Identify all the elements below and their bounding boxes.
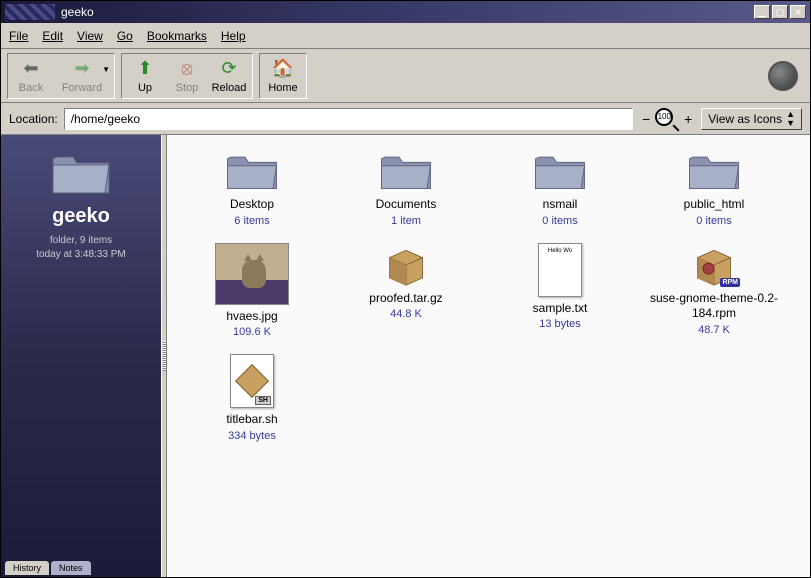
menu-edit[interactable]: Edit: [42, 29, 63, 43]
file-item[interactable]: Hello Wo sample.txt13 bytes: [485, 243, 635, 339]
forward-icon: ➡: [71, 58, 93, 80]
file-name: hvaes.jpg: [226, 309, 277, 325]
file-meta: 6 items: [234, 215, 269, 227]
file-name: proofed.tar.gz: [369, 291, 442, 307]
action-group: ⬆ Up ⦻ Stop ⟳ Reload: [121, 53, 253, 99]
menu-go[interactable]: Go: [117, 29, 133, 43]
file-item[interactable]: public_html 0 items: [639, 149, 789, 227]
file-meta: 48.7 K: [698, 324, 730, 336]
file-name: Desktop: [230, 197, 274, 213]
sidebar-folder-icon: [49, 149, 113, 197]
window-buttons: ▁ ▢ ✕: [754, 5, 806, 19]
file-meta: 1 item: [391, 215, 421, 227]
location-label: Location:: [9, 112, 58, 126]
toolbar: ⬅ Back ➡ ▼ Forward ⬆ Up ⦻ Stop ⟳ Reload: [1, 49, 810, 103]
forward-dropdown-icon[interactable]: ▼: [102, 65, 110, 74]
home-group: 🏠 Home: [259, 53, 307, 99]
file-meta: 334 bytes: [228, 430, 276, 442]
file-name: suse-gnome-theme-0.2-184.rpm: [644, 291, 784, 322]
file-name: titlebar.sh: [226, 412, 277, 428]
home-icon: 🏠: [272, 58, 294, 80]
view-selector[interactable]: View as Icons ▲▼: [701, 108, 802, 130]
sidebar-subtitle: folder, 9 items today at 3:48:33 PM: [36, 234, 126, 262]
back-icon: ⬅: [20, 58, 42, 80]
file-name: Documents: [376, 197, 437, 213]
file-meta: 0 items: [542, 215, 577, 227]
window: geeko ▁ ▢ ✕ File Edit View Go Bookmarks …: [0, 0, 811, 578]
titlebar[interactable]: geeko ▁ ▢ ✕: [1, 1, 810, 23]
reload-button[interactable]: ⟳ Reload: [208, 55, 250, 97]
file-view[interactable]: Desktop 6 items Documents 1 item nsmail 0 ite…: [167, 135, 810, 577]
file-meta: 44.8 K: [390, 308, 422, 320]
stop-icon: ⦻: [176, 58, 198, 80]
zoom-in-button[interactable]: +: [681, 111, 695, 127]
file-item[interactable]: RPM suse-gnome-theme-0.2-184.rpm 48.7 K: [639, 243, 789, 339]
titlebar-decoration: [5, 4, 55, 20]
location-bar: Location: − 100 + View as Icons ▲▼: [1, 103, 810, 135]
stop-button[interactable]: ⦻ Stop: [166, 55, 208, 97]
minimize-button[interactable]: ▁: [754, 5, 770, 19]
file-name: public_html: [684, 197, 745, 213]
folder-icon: [224, 149, 280, 193]
forward-button[interactable]: ➡ ▼ Forward: [52, 55, 112, 97]
sidebar-tabs: History Notes: [5, 561, 91, 575]
file-meta: 13 bytes: [539, 318, 581, 330]
menu-file[interactable]: File: [9, 29, 28, 43]
file-item[interactable]: hvaes.jpg109.6 K: [177, 243, 327, 339]
content-area: geeko folder, 9 items today at 3:48:33 P…: [1, 135, 810, 577]
image-thumbnail: [215, 243, 289, 305]
sidebar-title: geeko: [52, 205, 110, 228]
zoom-controls: − 100 +: [639, 108, 695, 130]
maximize-button[interactable]: ▢: [772, 5, 788, 19]
file-item[interactable]: SH titlebar.sh 334 bytes: [177, 354, 327, 442]
throbber-icon: [768, 61, 798, 91]
window-title: geeko: [61, 5, 754, 19]
file-item[interactable]: nsmail 0 items: [485, 149, 635, 227]
up-icon: ⬆: [134, 58, 156, 80]
rpm-icon: RPM: [686, 243, 742, 287]
file-item[interactable]: Desktop 6 items: [177, 149, 327, 227]
script-file-icon: SH: [230, 354, 274, 408]
file-meta: 0 items: [696, 215, 731, 227]
menu-bookmarks[interactable]: Bookmarks: [147, 29, 207, 43]
back-button[interactable]: ⬅ Back: [10, 55, 52, 97]
up-button[interactable]: ⬆ Up: [124, 55, 166, 97]
file-meta: 109.6 K: [233, 326, 271, 338]
home-button[interactable]: 🏠 Home: [262, 55, 304, 97]
sidebar: geeko folder, 9 items today at 3:48:33 P…: [1, 135, 161, 577]
folder-icon: [686, 149, 742, 193]
file-name: sample.txt: [533, 301, 588, 317]
reload-icon: ⟳: [218, 58, 240, 80]
menu-view[interactable]: View: [77, 29, 103, 43]
location-input[interactable]: [64, 108, 634, 130]
zoom-out-button[interactable]: −: [639, 111, 653, 127]
archive-icon: [378, 243, 434, 287]
close-button[interactable]: ✕: [790, 5, 806, 19]
nav-group: ⬅ Back ➡ ▼ Forward: [7, 53, 115, 99]
file-name: nsmail: [543, 197, 578, 213]
file-item[interactable]: Documents 1 item: [331, 149, 481, 227]
text-file-icon: Hello Wo: [538, 243, 582, 297]
sidebar-tab-notes[interactable]: Notes: [51, 561, 91, 575]
menubar: File Edit View Go Bookmarks Help: [1, 23, 810, 49]
folder-icon: [378, 149, 434, 193]
folder-icon: [532, 149, 588, 193]
file-item[interactable]: proofed.tar.gz44.8 K: [331, 243, 481, 339]
sidebar-tab-history[interactable]: History: [5, 561, 49, 575]
zoom-indicator[interactable]: 100: [655, 108, 679, 130]
view-selector-caret-icon: ▲▼: [786, 110, 795, 128]
menu-help[interactable]: Help: [221, 29, 246, 43]
